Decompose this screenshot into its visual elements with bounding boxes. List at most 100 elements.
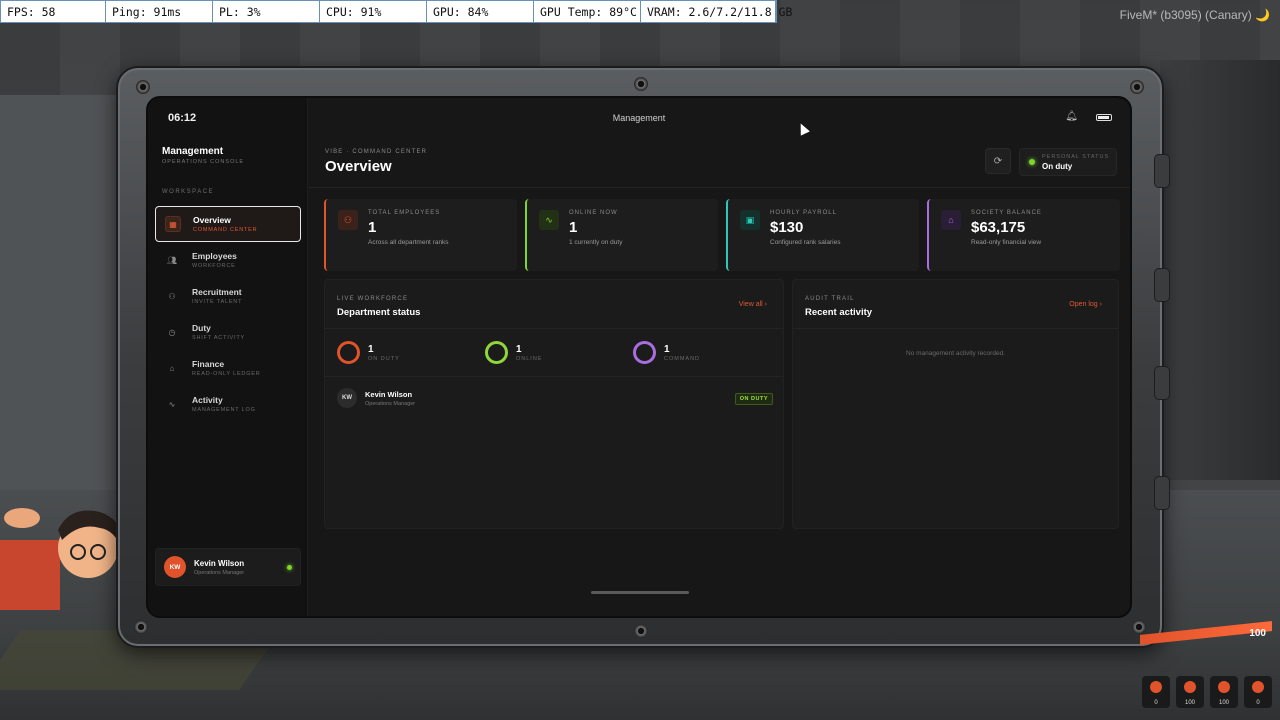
refresh-icon: ⟳ [993, 155, 1003, 167]
stat-label: TOTAL EMPLOYEES [368, 210, 441, 216]
pulse-icon: ∿ [168, 399, 176, 409]
ring-command: 1 COMMAND [633, 341, 781, 364]
ring-value: 1 [368, 343, 374, 355]
panel-kicker: AUDIT TRAIL [805, 296, 855, 302]
gpu-readout: GPU: 84% [427, 1, 534, 22]
right-wall [1160, 60, 1280, 480]
brand-subtitle: OPERATIONS CONSOLE [162, 159, 245, 165]
stat-card-total-employees: ⚇ TOTAL EMPLOYEES 1 Across all departmen… [324, 199, 517, 271]
employee-name: Kevin Wilson [365, 389, 413, 399]
sidebar: 06:12 Management OPERATIONS CONSOLE WORK… [148, 98, 308, 616]
nav-label: Recruitment [192, 287, 242, 297]
shield-icon: 0 [1244, 676, 1272, 708]
clock-icon: ◷ [168, 327, 176, 337]
character-sticker [0, 500, 130, 610]
home-indicator[interactable] [591, 591, 689, 594]
ring-value: 1 [516, 343, 522, 355]
side-button[interactable] [1154, 366, 1170, 400]
ring-value: 1 [664, 343, 670, 355]
cpu-readout: CPU: 91% [320, 1, 427, 22]
page-title: Overview [325, 158, 392, 175]
stat-card-online-now: ∿ ONLINE NOW 1 1 currently on duty [525, 199, 718, 271]
side-button[interactable] [1154, 476, 1170, 510]
personal-status-toggle[interactable]: PERSONAL STATUS On duty [1019, 148, 1117, 176]
bank-icon: ⌂ [941, 210, 961, 230]
nav-label: Activity [192, 395, 223, 405]
stat-cards: ⚇ TOTAL EMPLOYEES 1 Across all departmen… [324, 199, 1120, 271]
status-dot [1029, 159, 1035, 165]
water-icon: 100 [1210, 676, 1238, 708]
sidebar-item-employees[interactable]: 👥︎ Employees WORKFORCE [155, 242, 301, 278]
current-user-card[interactable]: KW Kevin Wilson Operations Manager [155, 548, 301, 586]
side-button[interactable] [1154, 268, 1170, 302]
sidebar-item-duty[interactable]: ◷ Duty SHIFT ACTIVITY [155, 314, 301, 350]
player-hud: 100 0 100 100 0 [1127, 621, 1272, 708]
ping-readout: Ping: 91ms [106, 1, 213, 22]
pulse-icon: ∿ [539, 210, 559, 230]
ring-on-duty: 1 ON DUTY [337, 341, 485, 364]
panel-kicker: LIVE WORKFORCE [337, 296, 409, 302]
stat-card-society-balance: ⌂ SOCIETY BALANCE $63,175 Read-only fina… [927, 199, 1120, 271]
nav-label: Overview [193, 215, 231, 225]
left-wall [0, 95, 130, 495]
status-rings: 1 ON DUTY 1 ONLINE 1 COMMAND [337, 341, 781, 364]
nav-label: Duty [192, 323, 211, 333]
page-kicker: VIBE · COMMAND CENTER [325, 149, 428, 155]
stat-caption: 1 currently on duty [569, 239, 623, 246]
brand-title: Management [162, 146, 224, 157]
sidebar-item-activity[interactable]: ∿ Activity MANAGEMENT LOG [155, 386, 301, 422]
ring-icon [633, 341, 656, 364]
online-indicator [287, 565, 292, 570]
hud-status-icons: 0 100 100 0 [1142, 676, 1272, 708]
sidebar-item-finance[interactable]: ⌂ Finance READ-ONLY LEDGER [155, 350, 301, 386]
food-icon: 100 [1176, 676, 1204, 708]
avatar: KW [337, 388, 357, 408]
users-icon: 👥︎ [166, 255, 178, 265]
side-button[interactable] [1154, 154, 1170, 188]
packet-loss-readout: PL: 3% [213, 1, 320, 22]
stat-caption: Configured rank salaries [770, 239, 841, 246]
ring-online: 1 ONLINE [485, 341, 633, 364]
ring-label: ONLINE [516, 355, 543, 362]
open-log-link[interactable]: Open log › [1069, 301, 1102, 308]
refresh-button[interactable]: ⟳ [985, 148, 1011, 174]
status-value: On duty [1042, 162, 1073, 171]
department-status-panel: LIVE WORKFORCE Department status View al… [324, 279, 784, 529]
avatar: KW [164, 556, 186, 578]
stat-card-hourly-payroll: ▣ HOURLY PAYROLL $130 Configured rank sa… [726, 199, 919, 271]
stat-value: 1 [368, 219, 377, 236]
panel-title: Recent activity [805, 307, 873, 318]
bank-icon: ⌂ [169, 363, 175, 373]
screw-icon [1130, 80, 1144, 94]
gpu-temp-readout: GPU Temp: 89°C [534, 1, 641, 22]
nav-label: Employees [192, 251, 237, 261]
stat-value: 1 [569, 219, 578, 236]
nav-sublabel: COMMAND CENTER [193, 227, 258, 233]
sidebar-item-overview[interactable]: ▦ Overview COMMAND CENTER [155, 206, 301, 242]
employee-row[interactable]: KW Kevin Wilson Operations Manager ON DU… [337, 385, 773, 411]
nav-sublabel: READ-ONLY LEDGER [192, 371, 261, 377]
vram-readout: VRAM: 2.6/7.2/11.8 GB [641, 1, 792, 22]
view-all-link[interactable]: View all › [739, 301, 767, 308]
stat-caption: Read-only financial view [971, 239, 1042, 246]
screw-icon [136, 80, 150, 94]
health-value: 100 [1249, 628, 1266, 639]
nav-label: Finance [192, 359, 225, 369]
sidebar-nav: ▦ Overview COMMAND CENTER 👥︎ Employees W… [155, 206, 301, 422]
client-watermark: FiveM* (b3095) (Canary) 🌙 [1119, 8, 1270, 22]
performance-overlay: FPS: 58 Ping: 91ms PL: 3% CPU: 91% GPU: … [0, 0, 792, 23]
fps-readout: FPS: 58 [1, 1, 106, 22]
ring-label: COMMAND [664, 355, 701, 362]
recent-activity-panel: AUDIT TRAIL Recent activity Open log › N… [792, 279, 1119, 529]
panel-divider [793, 328, 1118, 329]
header-divider [309, 187, 1130, 188]
status-label: PERSONAL STATUS [1042, 154, 1110, 160]
chevron-right-icon: › [764, 301, 767, 308]
ring-label: ON DUTY [368, 355, 400, 362]
stat-label: SOCIETY BALANCE [971, 210, 1042, 216]
cash-icon: ▣ [740, 210, 760, 230]
tablet-screen: 06:12 Management OPERATIONS CONSOLE WORK… [146, 96, 1132, 618]
sidebar-item-recruitment[interactable]: ⚇ Recruitment INVITE TALENT [155, 278, 301, 314]
panel-title: Department status [337, 307, 421, 318]
ring-icon [485, 341, 508, 364]
